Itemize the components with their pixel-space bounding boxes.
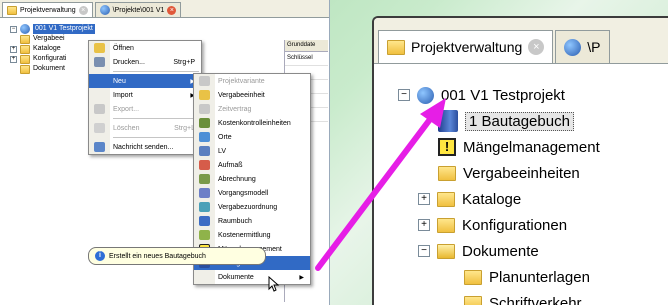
annotation-arrow xyxy=(315,98,446,271)
